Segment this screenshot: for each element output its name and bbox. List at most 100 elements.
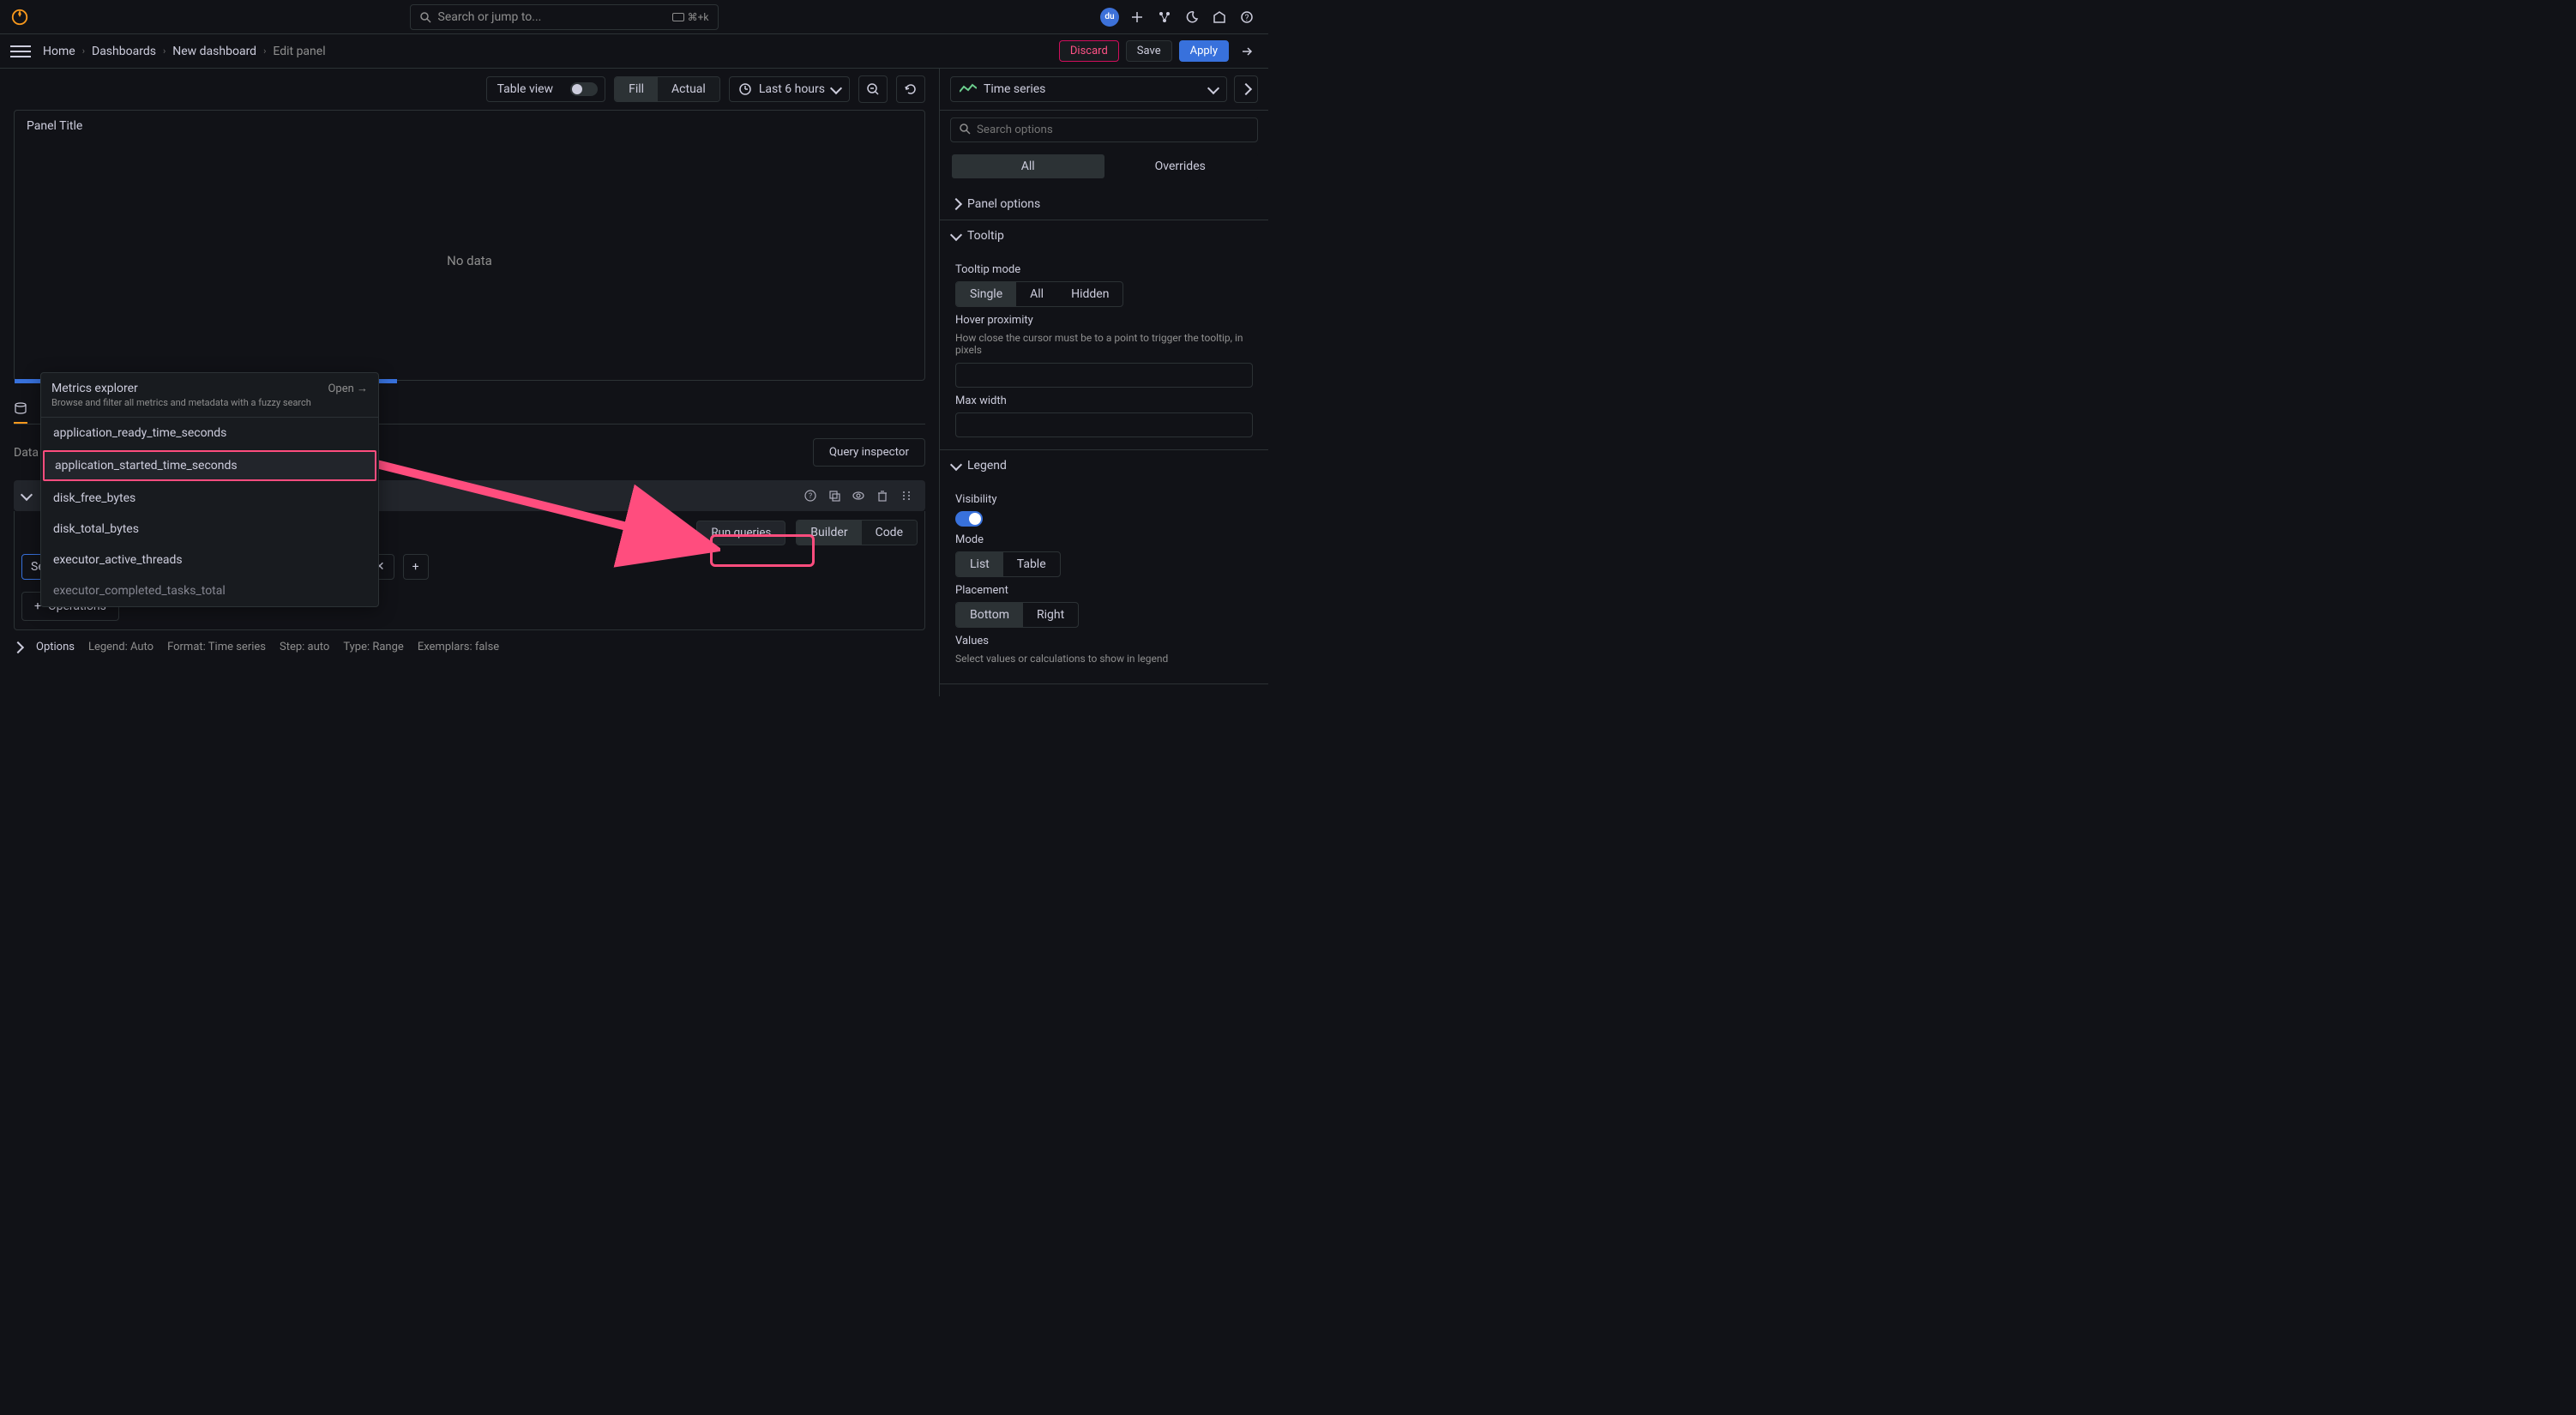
max-width-input[interactable] [955, 412, 1253, 437]
code-button[interactable]: Code [862, 521, 917, 545]
metrics-dropdown: Metrics explorer Browse and filter all m… [40, 372, 379, 607]
section-panel-options: Panel options [940, 189, 1268, 220]
discard-button[interactable]: Discard [1059, 40, 1119, 62]
copy-icon[interactable] [824, 485, 845, 506]
apply-button[interactable]: Apply [1179, 40, 1229, 62]
hover-proximity-input[interactable] [955, 363, 1253, 388]
chevron-right-icon[interactable] [12, 641, 24, 653]
options-label[interactable]: Options [36, 641, 75, 653]
search-icon [959, 123, 971, 135]
search-icon [419, 11, 431, 23]
metric-option[interactable]: application_ready_time_seconds [41, 418, 378, 449]
legend-placement-group: Bottom Right [955, 602, 1079, 628]
crumb-new[interactable]: New dashboard [172, 45, 256, 58]
search-options [940, 111, 1268, 149]
legend-list[interactable]: List [956, 552, 1003, 576]
menu-toggle[interactable] [10, 41, 31, 62]
chart-icon [960, 83, 977, 95]
query-options-row: Options Legend: Auto Format: Time series… [14, 641, 925, 653]
legend-visibility-switch[interactable] [955, 511, 983, 527]
run-queries-button[interactable]: Run queries [696, 521, 785, 545]
dropdown-open-link[interactable]: Open → [328, 382, 368, 395]
legend-bottom[interactable]: Bottom [956, 603, 1023, 627]
crumb-edit: Edit panel [273, 45, 325, 58]
crumb-dashboards[interactable]: Dashboards [92, 45, 156, 58]
tooltip-header[interactable]: Tooltip [940, 220, 1268, 251]
global-search[interactable]: Search or jump to... ⌘+k [410, 4, 719, 30]
crumb-home[interactable]: Home [43, 45, 75, 58]
query-actions: ? [800, 485, 917, 506]
query-tab[interactable] [14, 394, 27, 424]
help-icon[interactable]: ? [1236, 6, 1258, 28]
options-tabs: All Overrides [950, 153, 1258, 180]
builder-button[interactable]: Builder [797, 521, 861, 545]
metric-option[interactable]: executor_completed_tasks_total [41, 575, 378, 606]
refresh-button[interactable] [896, 75, 925, 103]
table-view-toggle[interactable]: Table view [486, 76, 606, 102]
chevron-down-icon[interactable] [21, 488, 33, 500]
panel-toolbar: Table view Fill Actual Last 6 hours [0, 69, 939, 110]
panel-preview: Panel Title No data [14, 110, 925, 381]
clock-icon [738, 82, 752, 96]
expand-icon[interactable] [1234, 75, 1258, 103]
options-sidebar: Time series All Overrides Panel options … [939, 69, 1268, 696]
panel-options-header[interactable]: Panel options [940, 189, 1268, 220]
toggle-switch[interactable] [570, 82, 598, 96]
tooltip-all[interactable]: All [1016, 282, 1057, 306]
metric-option-highlighted[interactable]: application_started_time_seconds [43, 450, 376, 481]
panel-title: Panel Title [15, 111, 924, 142]
dropdown-header: Metrics explorer Browse and filter all m… [41, 373, 378, 418]
legend-header[interactable]: Legend [940, 450, 1268, 481]
tooltip-hidden[interactable]: Hidden [1057, 282, 1122, 306]
save-button[interactable]: Save [1126, 40, 1172, 62]
legend-right[interactable]: Right [1023, 603, 1078, 627]
legend-table[interactable]: Table [1003, 552, 1060, 576]
chevron-down-icon [830, 81, 842, 93]
chevron-down-icon [950, 458, 962, 470]
metric-option[interactable]: executor_active_threads [41, 545, 378, 575]
plus-icon[interactable] [1126, 6, 1148, 28]
fill-actual-segment: Fill Actual [614, 76, 720, 102]
search-options-input[interactable] [950, 117, 1258, 142]
metric-option[interactable]: disk_total_bytes [41, 514, 378, 545]
svg-text:?: ? [809, 492, 812, 501]
breadcrumb: Home› Dashboards› New dashboard› Edit pa… [43, 45, 326, 58]
top-right-icons: du ? [1098, 6, 1258, 28]
search-kbd: ⌘+k [672, 11, 709, 23]
help-icon[interactable]: ? [800, 485, 821, 506]
network-icon[interactable] [1153, 6, 1176, 28]
grafana-logo[interactable] [10, 8, 29, 27]
chevron-down-icon [950, 228, 962, 240]
trash-icon[interactable] [872, 485, 893, 506]
add-label-button[interactable]: + [403, 554, 429, 580]
actual-button[interactable]: Actual [658, 77, 719, 101]
search-placeholder: Search or jump to... [438, 10, 542, 24]
news-icon[interactable] [1208, 6, 1231, 28]
time-range-picker[interactable]: Last 6 hours [729, 76, 850, 102]
breadcrumb-bar: Home› Dashboards› New dashboard› Edit pa… [0, 34, 1268, 69]
tooltip-single[interactable]: Single [956, 282, 1016, 306]
section-legend: Legend Visibility Mode List Table Placem… [940, 450, 1268, 684]
viz-type-picker[interactable]: Time series [950, 76, 1227, 102]
section-tooltip: Tooltip Tooltip mode Single All Hidden H… [940, 220, 1268, 450]
builder-code-segment: Builder Code [796, 520, 918, 545]
tab-all[interactable]: All [952, 154, 1104, 178]
metric-option[interactable]: disk_free_bytes [41, 483, 378, 514]
tab-overrides[interactable]: Overrides [1104, 154, 1257, 178]
top-bar: Search or jump to... ⌘+k du ? [0, 0, 1268, 34]
query-inspector-button[interactable]: Query inspector [813, 438, 925, 467]
panel-body: No data [15, 142, 924, 380]
crumb-actions: Discard Save Apply [1059, 40, 1258, 63]
chevron-down-icon [1207, 81, 1219, 93]
fill-button[interactable]: Fill [615, 77, 658, 101]
collapse-sidepanel-icon[interactable] [1236, 40, 1258, 63]
svg-text:?: ? [1245, 14, 1249, 23]
database-icon [14, 401, 27, 415]
legend-mode-group: List Table [955, 551, 1061, 577]
drag-icon[interactable] [896, 485, 917, 506]
avatar[interactable]: du [1098, 6, 1121, 28]
zoom-out-button[interactable] [858, 75, 888, 103]
moon-icon[interactable] [1181, 6, 1203, 28]
tooltip-mode-group: Single All Hidden [955, 281, 1123, 307]
eye-icon[interactable] [848, 485, 869, 506]
